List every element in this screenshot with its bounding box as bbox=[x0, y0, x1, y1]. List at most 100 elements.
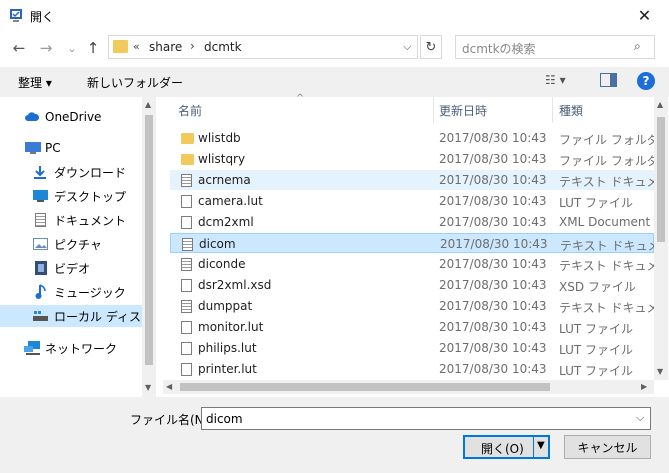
filename-input[interactable]: dicom ⌵ bbox=[201, 407, 651, 430]
scroll-up-icon[interactable]: ▲ bbox=[145, 100, 151, 109]
up-button[interactable]: ↑ bbox=[83, 37, 103, 59]
address-bar[interactable]: « share › dcmtk ⌵ bbox=[108, 35, 418, 59]
search-placeholder: dcmtkの検索 bbox=[462, 42, 536, 56]
forward-button[interactable]: → bbox=[36, 37, 56, 59]
sidebar-item-network[interactable]: ネットワーク bbox=[0, 337, 142, 359]
file-row[interactable]: printer.lut 2017/08/30 10:43 LUT ファイル bbox=[170, 359, 654, 379]
file-type: テキスト ドキュメント bbox=[559, 259, 654, 273]
column-divider[interactable] bbox=[433, 97, 434, 123]
scroll-left-icon[interactable]: ◀ bbox=[166, 382, 172, 391]
file-type: XSD ファイル bbox=[559, 280, 636, 294]
column-divider[interactable] bbox=[552, 97, 553, 123]
breadcrumb-dcmtk[interactable]: dcmtk bbox=[204, 40, 242, 54]
file-type: LUT ファイル bbox=[559, 196, 634, 210]
file-row[interactable]: camera.lut 2017/08/30 10:43 LUT ファイル bbox=[170, 191, 654, 211]
column-header-date[interactable]: 更新日時 bbox=[439, 102, 487, 119]
text-file-icon bbox=[181, 174, 192, 187]
up-arrow-icon: ↑ bbox=[86, 39, 100, 57]
file-date: 2017/08/30 10:43 bbox=[440, 237, 548, 251]
column-header-name[interactable]: 名前 bbox=[178, 102, 202, 119]
file-date: 2017/08/30 10:43 bbox=[439, 194, 547, 208]
new-folder-button[interactable]: 新しいフォルダー bbox=[87, 74, 183, 91]
file-name: philips.lut bbox=[198, 341, 257, 355]
file-name: dicom bbox=[199, 237, 236, 251]
search-input[interactable]: dcmtkの検索 ⌕ bbox=[455, 35, 655, 59]
scroll-down-icon[interactable]: ▼ bbox=[657, 367, 663, 376]
refresh-button[interactable]: ↻ bbox=[420, 35, 442, 59]
close-icon: ✕ bbox=[637, 5, 652, 25]
sidebar-item-pictures[interactable]: ピクチャ bbox=[0, 233, 142, 255]
sidebar-item-onedrive[interactable]: OneDrive bbox=[0, 106, 142, 128]
file-name: dumppat bbox=[198, 299, 253, 313]
sidebar-item-documents[interactable]: ドキュメント bbox=[0, 209, 142, 231]
file-icon bbox=[181, 321, 192, 334]
vertical-scroll-thumb[interactable] bbox=[657, 117, 665, 242]
file-row-selected[interactable]: dicom 2017/08/30 10:43 テキスト ドキュメント bbox=[170, 233, 655, 253]
computer-icon bbox=[25, 142, 41, 154]
file-row[interactable]: dumppat 2017/08/30 10:43 テキスト ドキュメント bbox=[170, 296, 654, 316]
file-icon bbox=[181, 216, 192, 229]
file-row[interactable]: dcm2xml 2017/08/30 10:43 XML Document Ty bbox=[170, 212, 654, 232]
file-row[interactable]: dsr2xml.xsd 2017/08/30 10:43 XSD ファイル bbox=[170, 275, 654, 295]
cancel-button[interactable]: キャンセル bbox=[564, 435, 651, 459]
file-row[interactable]: philips.lut 2017/08/30 10:43 LUT ファイル bbox=[170, 338, 654, 358]
file-date: 2017/08/30 10:43 bbox=[439, 257, 547, 271]
address-overflow-icon[interactable]: « bbox=[133, 40, 140, 53]
network-icon bbox=[24, 341, 40, 355]
folder-icon bbox=[113, 40, 128, 53]
file-row[interactable]: acrnema 2017/08/30 10:43 テキスト ドキュメント bbox=[170, 170, 654, 190]
preview-pane-icon[interactable] bbox=[600, 73, 617, 87]
breadcrumb-share[interactable]: share bbox=[149, 40, 182, 54]
sidebar-item-desktop[interactable]: デスクトップ bbox=[0, 185, 142, 207]
open-button[interactable]: 開く(O) ▼ bbox=[463, 435, 550, 459]
sidebar-item-label: ミュージック bbox=[54, 285, 126, 300]
file-icon bbox=[181, 279, 192, 292]
close-button[interactable]: ✕ bbox=[620, 0, 669, 30]
sidebar-item-local-disk[interactable]: ローカル ディスク (C bbox=[0, 305, 142, 327]
sidebar-item-label: ドキュメント bbox=[54, 213, 127, 228]
sidebar-item-pc[interactable]: PC bbox=[0, 137, 142, 159]
file-type: LUT ファイル bbox=[559, 364, 634, 378]
file-name: wlistqry bbox=[198, 152, 246, 166]
chevron-down-icon: ⌄ bbox=[67, 41, 77, 55]
cloud-icon bbox=[25, 112, 40, 121]
organize-button[interactable]: 整理 ▾ bbox=[18, 74, 52, 91]
sidebar-item-downloads[interactable]: ダウンロード bbox=[0, 161, 142, 183]
file-date: 2017/08/30 10:43 bbox=[439, 341, 547, 355]
recent-locations-button[interactable]: ⌄ bbox=[62, 37, 82, 59]
address-dropdown-icon[interactable]: ⌵ bbox=[403, 40, 411, 54]
view-options-button[interactable]: ☷ ▾ bbox=[545, 73, 566, 87]
column-header-type[interactable]: 種類 bbox=[559, 102, 583, 119]
file-date: 2017/08/30 10:43 bbox=[439, 152, 547, 166]
sidebar-item-label: デスクトップ bbox=[54, 189, 127, 204]
scroll-right-icon[interactable]: ▶ bbox=[641, 382, 647, 391]
file-date: 2017/08/30 10:43 bbox=[439, 278, 547, 292]
scroll-down-icon[interactable]: ▼ bbox=[145, 383, 151, 392]
scroll-up-icon[interactable]: ▲ bbox=[657, 100, 663, 109]
file-row[interactable]: wlistqry 2017/08/30 10:43 ファイル フォルダー bbox=[170, 149, 654, 169]
sidebar-item-videos[interactable]: ビデオ bbox=[0, 257, 142, 279]
app-icon bbox=[10, 9, 22, 22]
help-icon: ? bbox=[642, 74, 650, 88]
text-file-icon bbox=[181, 300, 192, 313]
sidebar-item-music[interactable]: ミュージック bbox=[0, 281, 142, 303]
file-row[interactable]: wlistdb 2017/08/30 10:43 ファイル フォルダー bbox=[170, 128, 654, 148]
file-name: monitor.lut bbox=[198, 320, 264, 334]
help-button[interactable]: ? bbox=[637, 72, 655, 90]
file-type: ファイル フォルダー bbox=[559, 154, 654, 168]
file-row[interactable]: diconde 2017/08/30 10:43 テキスト ドキュメント bbox=[170, 254, 654, 274]
breadcrumb-separator-icon[interactable]: › bbox=[190, 39, 195, 53]
file-row[interactable]: monitor.lut 2017/08/30 10:43 LUT ファイル bbox=[170, 317, 654, 337]
file-name: diconde bbox=[198, 257, 246, 271]
sidebar-item-label: ピクチャ bbox=[54, 237, 102, 252]
horizontal-scroll-thumb[interactable] bbox=[180, 383, 550, 391]
chevron-down-icon[interactable]: ⌵ bbox=[636, 411, 644, 425]
file-type: ファイル フォルダー bbox=[559, 133, 654, 147]
file-icon bbox=[181, 195, 192, 208]
cancel-button-label: キャンセル bbox=[577, 440, 638, 455]
sidebar-item-label: ダウンロード bbox=[54, 165, 127, 180]
navigation-scroll-thumb[interactable] bbox=[145, 115, 153, 365]
back-button[interactable]: ← bbox=[9, 37, 29, 59]
open-dropdown-icon[interactable]: ▼ bbox=[537, 440, 545, 451]
column-header-row: ^ 名前 更新日時 種類 bbox=[168, 93, 654, 123]
